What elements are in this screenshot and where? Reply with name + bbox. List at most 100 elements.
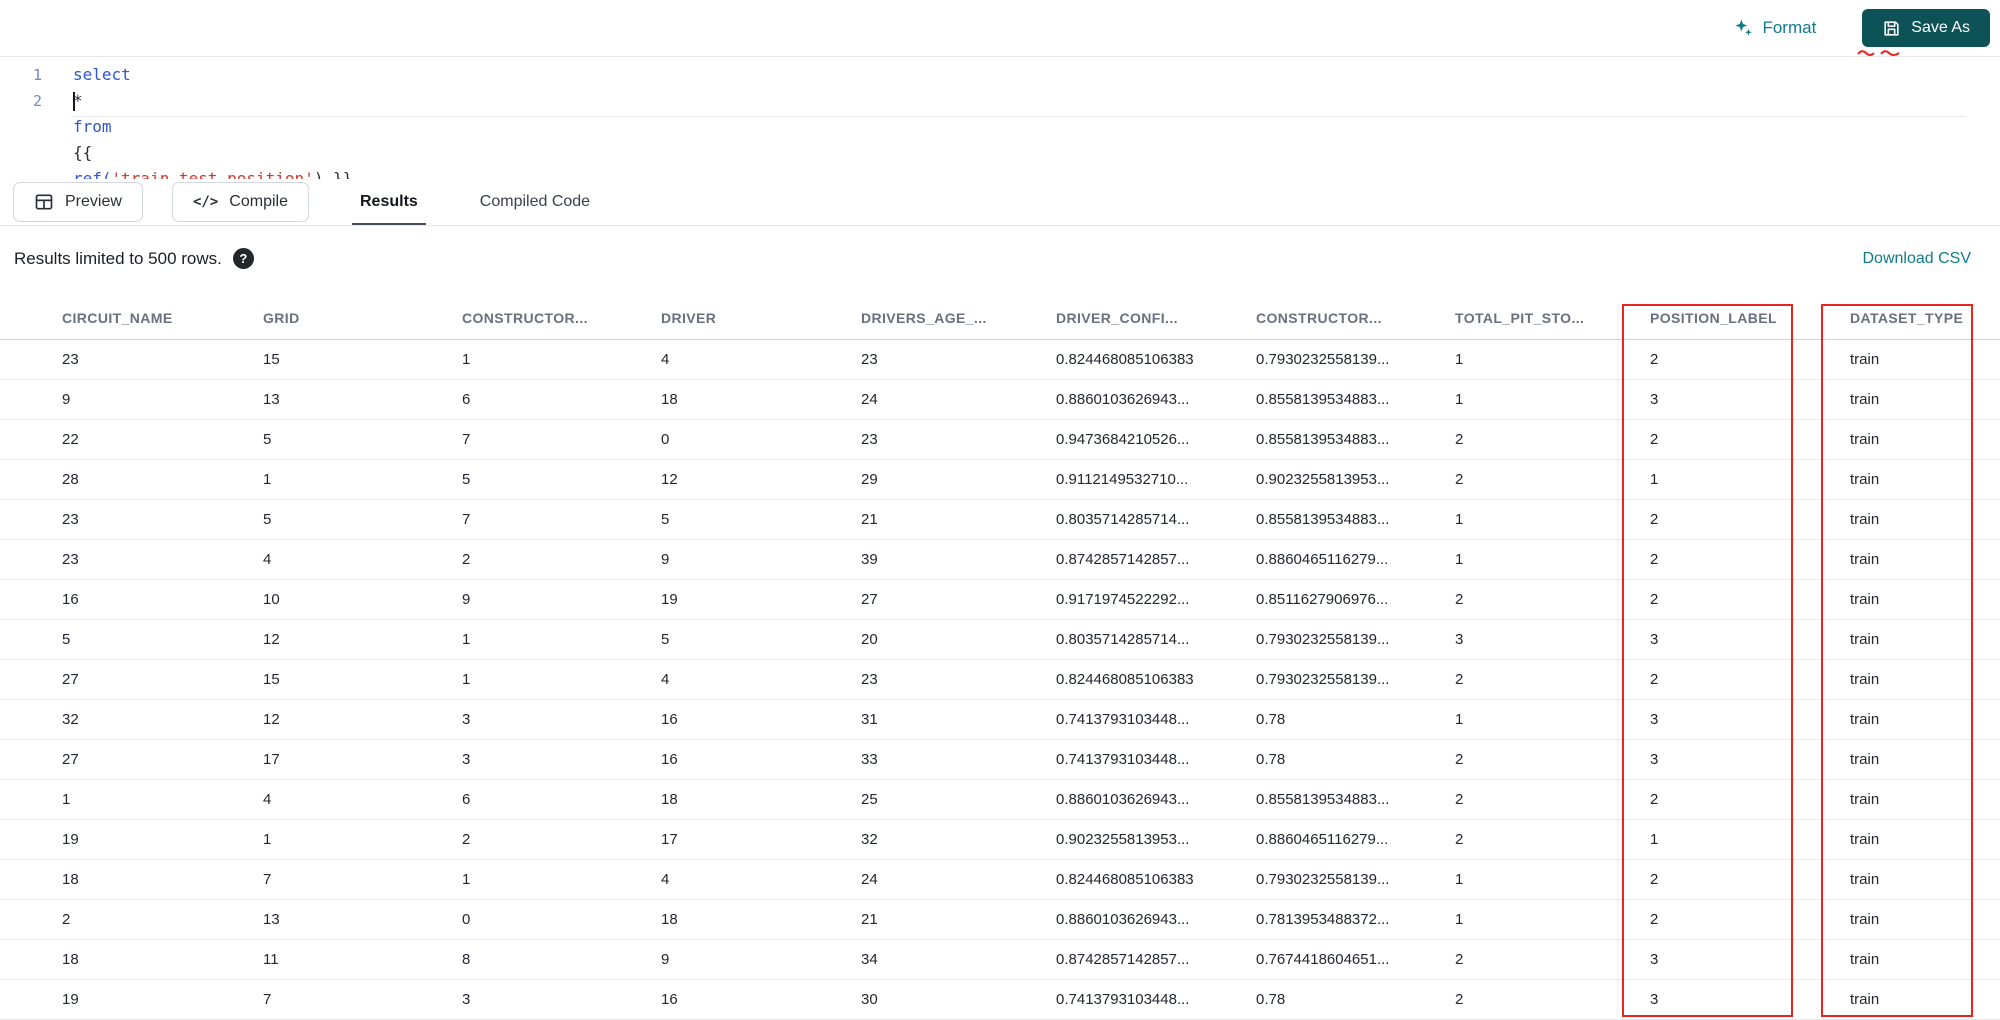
table-cell: 32 <box>62 711 79 728</box>
table-row: 19 7 3 16 30 0.7413793103448... 0.78 2 3 train <box>0 980 2000 1020</box>
preview-label: Preview <box>65 193 122 210</box>
active-line-underline <box>73 116 1966 117</box>
table-cell: 4 <box>661 671 670 688</box>
table-cell: 4 <box>661 351 670 368</box>
column-header-grid: GRID <box>263 309 300 326</box>
table-row: 5 12 1 5 20 0.8035714285714... 0.7930232558139… <box>0 620 2000 660</box>
table-cell: 0.8742857142857... <box>1056 551 1190 568</box>
table-cell: 1 <box>1455 551 1464 568</box>
table-cell: 33 <box>861 751 878 768</box>
table-cell: 2 <box>1455 831 1464 848</box>
table-cell: 15 <box>263 351 280 368</box>
table-cell: 0.78 <box>1256 751 1286 768</box>
table-cell: train <box>1850 631 1880 648</box>
compile-button[interactable]: </> Compile <box>172 182 309 222</box>
table-cell: 3 <box>1650 991 1659 1008</box>
tab-compiled-code[interactable]: Compiled Code <box>472 179 598 225</box>
compile-label: Compile <box>229 193 288 210</box>
column-header-driver-confi: DRIVER_CONFI... <box>1056 309 1178 326</box>
download-csv-link[interactable]: Download CSV <box>1863 250 1972 268</box>
table-cell: 28 <box>62 471 79 488</box>
table-cell: 2 <box>1455 751 1464 768</box>
results-tabs: Results Compiled Code <box>352 179 598 225</box>
column-header-constructor: CONSTRUCTOR... <box>462 309 588 326</box>
table-cell: 18 <box>62 871 79 888</box>
table-cell: 12 <box>661 471 678 488</box>
format-label: Format <box>1762 18 1817 37</box>
table-cell: 15 <box>263 671 280 688</box>
table-cell: train <box>1850 951 1880 968</box>
table-cell: 6 <box>462 791 471 808</box>
results-info-bar: Results limited to 500 rows. ? Download … <box>0 227 2000 290</box>
results-limit-text: Results limited to 500 rows. <box>14 248 222 268</box>
jinja-open: {{ <box>73 143 93 162</box>
table-cell: 17 <box>661 831 678 848</box>
table-cell: 2 <box>1455 951 1464 968</box>
table-cell: 16 <box>62 591 79 608</box>
tab-compiled-code-label: Compiled Code <box>479 193 591 210</box>
table-cell: 9 <box>62 391 71 408</box>
table-cell: train <box>1850 711 1880 728</box>
table-cell: train <box>1850 871 1880 888</box>
table-cell: 0.8860465116279... <box>1256 831 1389 848</box>
table-cell: 0.7930232558139... <box>1256 671 1390 688</box>
topbar: Format Save As <box>0 0 2000 57</box>
table-cell: 21 <box>861 511 878 528</box>
table-cell: 0.78 <box>1256 991 1286 1008</box>
table-cell: 5 <box>661 511 670 528</box>
results-table: CIRCUIT_NAME GRID CONSTRUCTOR... DRIVER … <box>0 296 2000 1020</box>
table-cell: 0.824468085106383 <box>1056 351 1194 368</box>
table-cell: 32 <box>861 831 878 848</box>
table-cell: 0.8860103626943... <box>1056 791 1190 808</box>
help-icon[interactable]: ? <box>232 248 254 269</box>
table-cell: 18 <box>661 391 678 408</box>
table-cell: 2 <box>1455 791 1464 808</box>
table-cell: 2 <box>1650 551 1659 568</box>
table-cell: 1 <box>462 631 471 648</box>
code-line-1[interactable]: select * from {{ ref('train_test_positio… <box>73 62 1976 188</box>
table-cell: 3 <box>462 991 471 1008</box>
table-cell: 16 <box>661 711 678 728</box>
table-cell: 5 <box>263 431 272 448</box>
table-cell: 2 <box>1455 471 1464 488</box>
table-cell: 0.8035714285714... <box>1056 511 1190 528</box>
code-line-2[interactable] <box>73 88 1976 114</box>
save-as-button[interactable]: Save As <box>1862 9 1990 47</box>
table-cell: 29 <box>861 471 878 488</box>
table-cell: 0.8558139534883... <box>1256 511 1390 528</box>
table-cell: 0.9473684210526... <box>1056 431 1190 448</box>
table-cell: 2 <box>462 551 471 568</box>
table-cell: 3 <box>462 711 471 728</box>
table-cell: 7 <box>462 431 471 448</box>
table-cell: 0.8558139534883... <box>1256 431 1390 448</box>
column-header-drivers-age: DRIVERS_AGE_... <box>861 309 987 326</box>
red-annotation-squiggle <box>1857 50 1900 56</box>
sql-keyword: from <box>73 117 112 136</box>
table-cell: 5 <box>462 471 471 488</box>
line-number-1: 1 <box>32 66 42 84</box>
table-row: 27 15 1 4 23 0.824468085106383 0.7930232558139… <box>0 660 2000 700</box>
table-cell: 21 <box>861 911 878 928</box>
table-cell: 24 <box>861 871 878 888</box>
table-cell: 1 <box>462 351 471 368</box>
table-cell: 39 <box>861 551 878 568</box>
table-cell: 0.8742857142857... <box>1056 951 1190 968</box>
table-cell: 2 <box>1650 431 1659 448</box>
sql-editor[interactable]: 1 2 select * from {{ ref('train_test_pos… <box>0 58 2000 188</box>
format-button[interactable]: Format <box>1725 12 1824 44</box>
tab-results[interactable]: Results <box>352 179 426 225</box>
text-cursor <box>73 92 75 111</box>
table-cell: 9 <box>661 551 670 568</box>
preview-button[interactable]: Preview <box>13 182 143 222</box>
table-cell: 3 <box>462 751 471 768</box>
table-cell: 13 <box>263 391 280 408</box>
table-cell: 1 <box>263 471 272 488</box>
table-cell: 1 <box>263 831 272 848</box>
table-cell: 1 <box>1455 911 1464 928</box>
table-cell: 10 <box>263 591 280 608</box>
table-cell: 0.7413793103448... <box>1056 711 1190 728</box>
table-cell: 0.7930232558139... <box>1256 351 1390 368</box>
table-cell: 7 <box>263 991 272 1008</box>
code-icon: </> <box>193 194 219 210</box>
column-header-driver: DRIVER <box>661 309 717 326</box>
